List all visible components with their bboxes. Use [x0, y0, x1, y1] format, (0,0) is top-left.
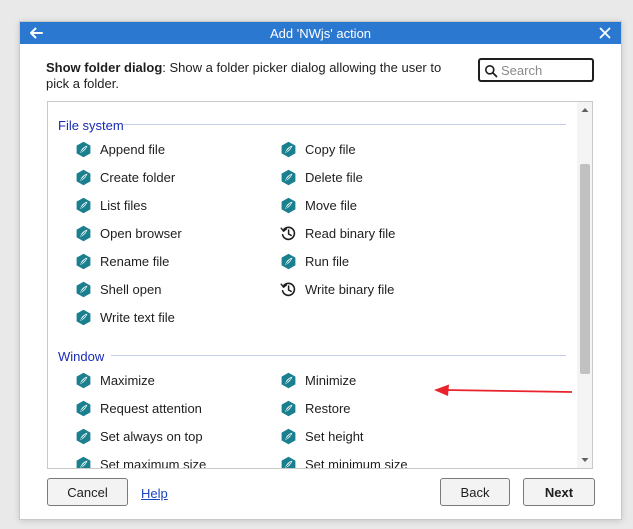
- scroll-up-icon[interactable]: [577, 102, 592, 118]
- nwjs-icon: [75, 309, 92, 326]
- nwjs-icon: [75, 456, 92, 468]
- action-item-maximize[interactable]: Maximize: [75, 370, 255, 392]
- action-item-create-folder[interactable]: Create folder: [75, 167, 255, 189]
- action-item-label: Open browser: [100, 226, 182, 241]
- nwjs-icon: [280, 169, 297, 186]
- next-button[interactable]: Next: [523, 478, 595, 506]
- action-item-label: Set always on top: [100, 429, 203, 444]
- action-item-delete-file[interactable]: Delete file: [280, 167, 460, 189]
- action-item-read-binary-file[interactable]: Read binary file: [280, 223, 460, 245]
- action-item-write-text-file[interactable]: Write text file: [75, 307, 255, 329]
- scrollbar-thumb[interactable]: [580, 164, 590, 374]
- action-item-set-maximum-size[interactable]: Set maximum size: [75, 454, 255, 469]
- action-item-label: Write text file: [100, 310, 175, 325]
- search-box[interactable]: [478, 58, 594, 82]
- nwjs-icon: [75, 372, 92, 389]
- async-clock-icon: [280, 225, 297, 242]
- action-item-label: Read binary file: [305, 226, 396, 241]
- action-item-minimize[interactable]: Minimize: [280, 370, 460, 392]
- nwjs-icon: [280, 141, 297, 158]
- action-item-label: Set height: [305, 429, 364, 444]
- category-window: Window: [58, 349, 105, 364]
- action-item-label: Delete file: [305, 170, 363, 185]
- nwjs-icon: [280, 197, 297, 214]
- nwjs-icon: [280, 400, 297, 417]
- action-item-shell-open[interactable]: Shell open: [75, 279, 255, 301]
- title-bar: Add 'NWjs' action: [20, 22, 621, 44]
- action-item-label: Set minimum size: [305, 457, 408, 469]
- nwjs-icon: [75, 225, 92, 242]
- help-link[interactable]: Help: [141, 486, 168, 501]
- cancel-button[interactable]: Cancel: [47, 478, 128, 506]
- action-item-label: Rename file: [100, 254, 170, 269]
- vertical-scrollbar[interactable]: [577, 102, 592, 468]
- action-description: Show folder dialog: Show a folder picker…: [46, 60, 466, 92]
- nwjs-icon: [75, 197, 92, 214]
- action-item-label: Copy file: [305, 142, 356, 157]
- action-item-label: Request attention: [100, 401, 202, 416]
- action-item-list-files[interactable]: List files: [75, 195, 255, 217]
- nwjs-icon: [75, 428, 92, 445]
- action-item-label: Maximize: [100, 373, 155, 388]
- category-divider: [123, 124, 566, 125]
- action-item-move-file[interactable]: Move file: [280, 195, 460, 217]
- nwjs-icon: [75, 169, 92, 186]
- action-item-append-file[interactable]: Append file: [75, 139, 255, 161]
- action-item-label: Restore: [305, 401, 351, 416]
- action-item-set-always-on-top[interactable]: Set always on top: [75, 426, 255, 448]
- window-title: Add 'NWjs' action: [269, 26, 372, 41]
- action-list-content: File system Window Append file Copy file C…: [48, 102, 576, 468]
- nwjs-icon: [75, 253, 92, 270]
- action-item-request-attention[interactable]: Request attention: [75, 398, 255, 420]
- category-file-system: File system: [58, 118, 124, 133]
- nwjs-icon: [280, 372, 297, 389]
- back-button[interactable]: Back: [440, 478, 510, 506]
- action-list: File system Window Append file Copy file C…: [47, 101, 593, 469]
- nwjs-icon: [280, 428, 297, 445]
- action-item-label: Minimize: [305, 373, 357, 388]
- action-item-label: Append file: [100, 142, 166, 157]
- action-item-rename-file[interactable]: Rename file: [75, 251, 255, 273]
- action-item-label: List files: [100, 198, 147, 213]
- search-icon: [484, 64, 498, 78]
- action-item-label: Run file: [305, 254, 350, 269]
- async-clock-icon: [280, 281, 297, 298]
- nwjs-icon: [280, 253, 297, 270]
- action-name: Show folder dialog: [46, 60, 163, 75]
- action-item-label: Create folder: [100, 170, 176, 185]
- close-icon[interactable]: [595, 23, 615, 43]
- action-item-label: Set maximum size: [100, 457, 207, 469]
- category-divider: [111, 355, 566, 356]
- action-item-copy-file[interactable]: Copy file: [280, 139, 460, 161]
- action-item-label: Shell open: [100, 282, 162, 297]
- scroll-down-icon[interactable]: [577, 452, 592, 468]
- action-item-label: Write binary file: [305, 282, 395, 297]
- search-input[interactable]: [501, 62, 589, 79]
- action-item-set-minimum-size[interactable]: Set minimum size: [280, 454, 460, 469]
- action-item-label: Move file: [305, 198, 358, 213]
- action-item-set-height[interactable]: Set height: [280, 426, 460, 448]
- nwjs-icon: [75, 141, 92, 158]
- add-action-dialog: Add 'NWjs' action Show folder dialog: Sh…: [19, 21, 622, 520]
- nwjs-icon: [75, 400, 92, 417]
- action-item-write-binary-file[interactable]: Write binary file: [280, 279, 460, 301]
- action-item-restore[interactable]: Restore: [280, 398, 460, 420]
- action-item-open-browser[interactable]: Open browser: [75, 223, 255, 245]
- nwjs-icon: [75, 281, 92, 298]
- nwjs-icon: [280, 456, 297, 468]
- action-item-run-file[interactable]: Run file: [280, 251, 460, 273]
